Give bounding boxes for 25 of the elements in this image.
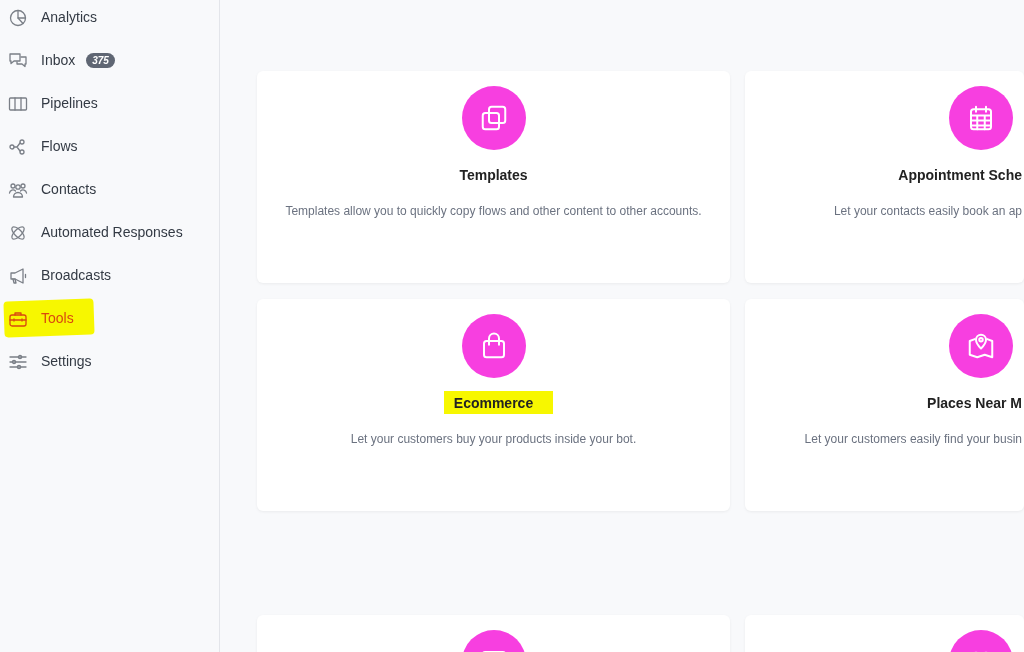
tool-card[interactable]: Templates Templates allow you to quickly copy flows and other content to other accounts.: [257, 71, 730, 283]
sidebar-item[interactable]: Broadcasts: [0, 254, 219, 297]
sidebar-item[interactable]: Analytics: [0, 0, 219, 39]
sidebar-item[interactable]: Tools: [0, 297, 219, 340]
sidebar-item[interactable]: Contacts: [0, 168, 219, 211]
pie-chart-icon: [8, 7, 28, 28]
card-title: Templates: [459, 167, 528, 183]
unread-count-badge: 375: [86, 53, 115, 68]
tool-card[interactable]: Appointment Sche Let your contacts easily book an ap: [745, 71, 1024, 283]
card-title: Ecommerce: [453, 395, 534, 411]
card-description: Let your contacts easily book an ap: [833, 203, 1022, 220]
sidebar-item[interactable]: Pipelines: [0, 82, 219, 125]
sidebar-item[interactable]: Automated Responses: [0, 211, 219, 254]
sidebar-item[interactable]: Inbox 375: [0, 39, 219, 82]
card-title: Appointment Sche: [898, 167, 1022, 183]
sidebar-item[interactable]: Flows: [0, 125, 219, 168]
card-description: Let your customers easily find your busin: [804, 431, 1022, 448]
card-description: Let your customers buy your products inside your bot.: [350, 431, 637, 448]
connected-nodes-icon: [8, 136, 28, 157]
card-description: Templates allow you to quickly copy flows and other content to other accounts.: [285, 203, 702, 220]
map-pin-icon: [966, 331, 996, 361]
tool-card[interactable]: Places Near M Let your customers easily find your busin: [745, 299, 1024, 511]
sidebar-item[interactable]: Settings: [0, 340, 219, 383]
card-title: Places Near M: [927, 395, 1022, 411]
tool-card[interactable]: Ecommerce Let your customers buy your products inside your bot.: [257, 299, 730, 511]
